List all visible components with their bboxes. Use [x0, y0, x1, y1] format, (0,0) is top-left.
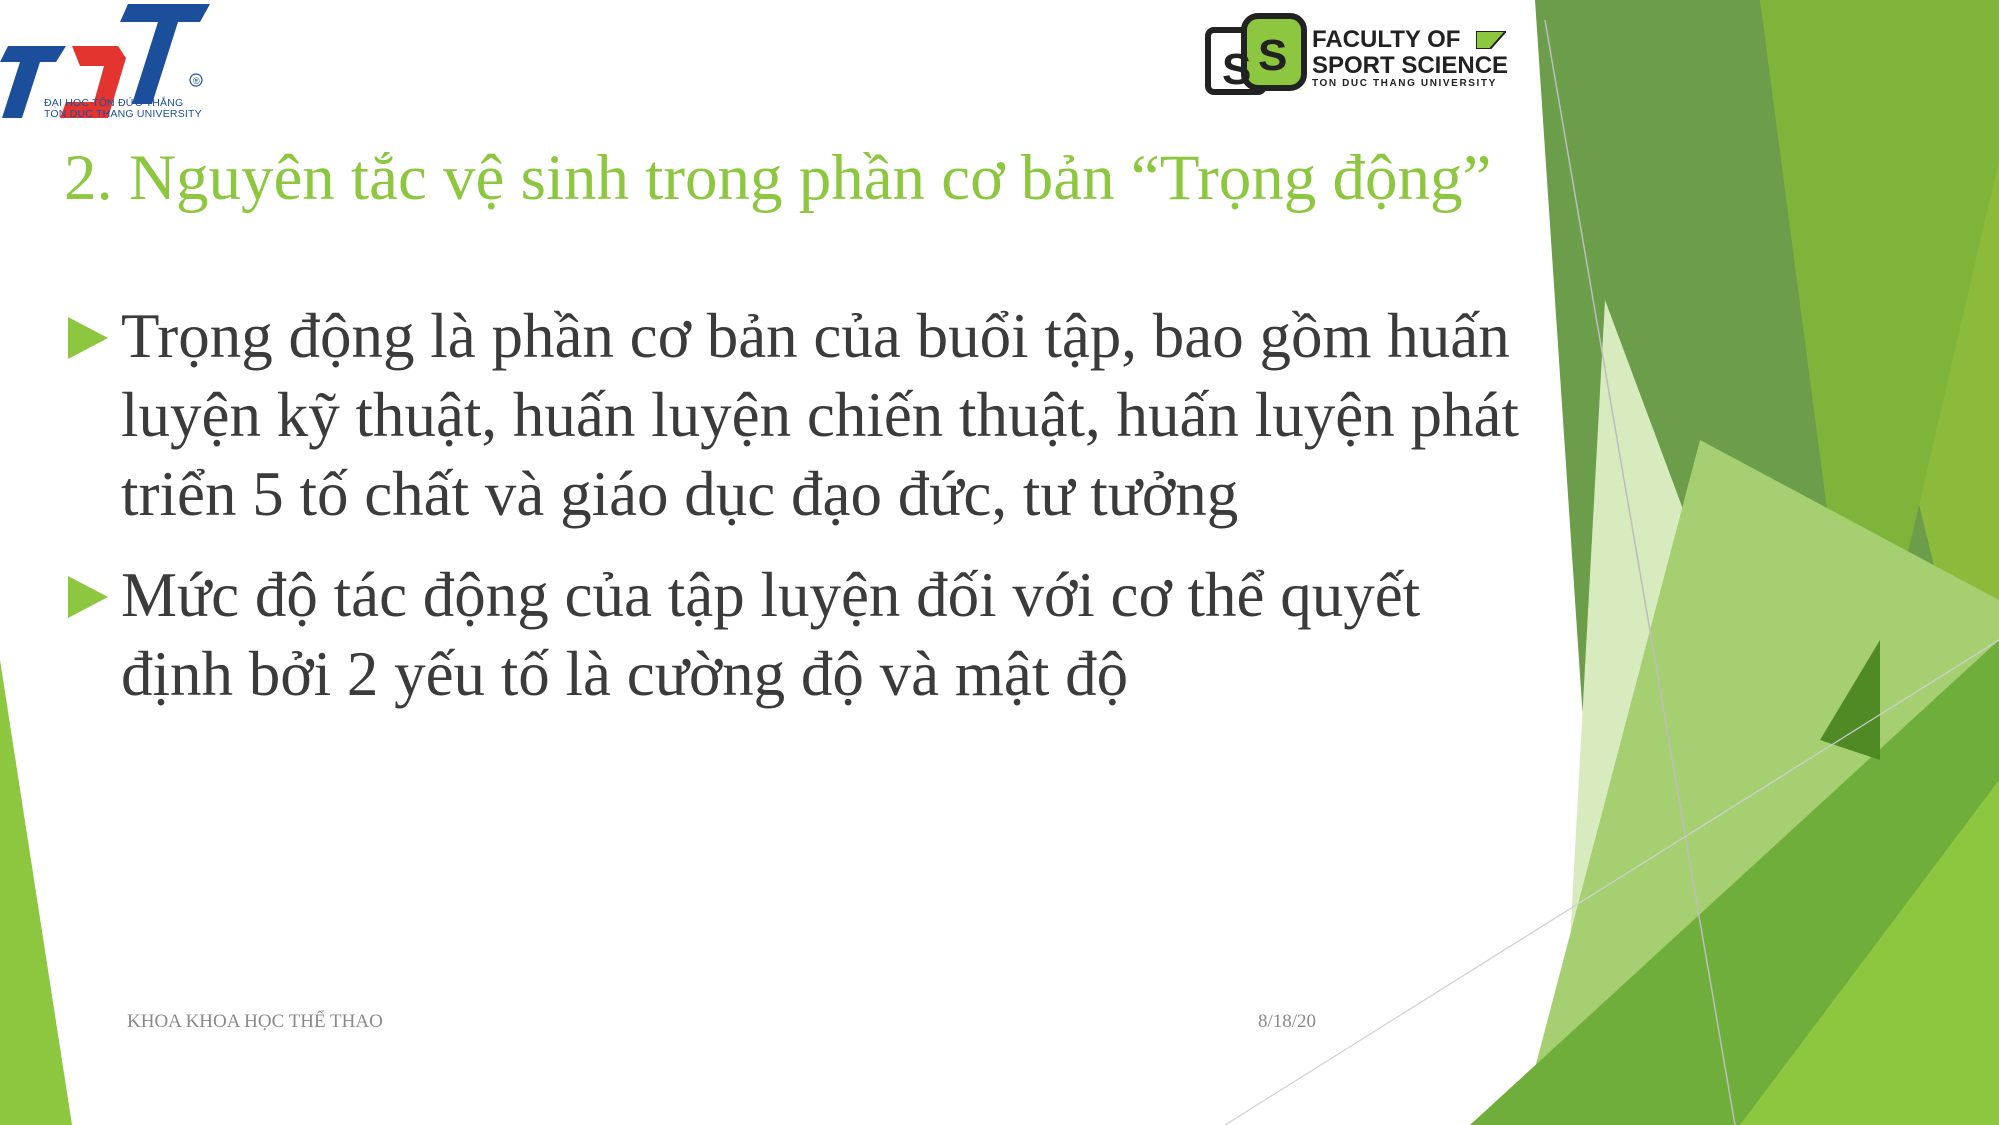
faculty-sport-science-logo: S S FACULTY OF SPORT SCIENCE TON DUC THA… [1198, 12, 1518, 104]
fss-flag-icon [1476, 31, 1506, 49]
fss-logo-line2: SPORT SCIENCE [1312, 52, 1509, 79]
bullet-arrow-icon [68, 576, 108, 618]
slide-title: 2. Nguyên tắc vệ sinh trong phần cơ bản … [64, 142, 1492, 214]
bullet-list: Trọng động là phần cơ bản của buổi tập, … [64, 297, 1524, 736]
fss-logo-mark: S S [1205, 13, 1307, 95]
bullet-text: Mức độ tác động của tập luyện đối với cơ… [121, 560, 1421, 709]
bullet-item: Trọng động là phần cơ bản của buổi tập, … [64, 297, 1524, 534]
bullet-arrow-icon [68, 317, 108, 359]
svg-text:S: S [1222, 45, 1251, 94]
svg-text:®: ® [193, 76, 200, 86]
tdt-university-logo: ® ĐẠI HỌC TÔN ĐỨC THẮNG TON DUC THANG UN… [0, 0, 215, 125]
svg-text:S: S [1258, 31, 1287, 80]
footer-department: KHOA KHOA HỌC THỂ THAO [127, 1011, 383, 1032]
slide: ® ĐẠI HỌC TÔN ĐỨC THẮNG TON DUC THANG UN… [0, 0, 1999, 1125]
bullet-text: Trọng động là phần cơ bản của buổi tập, … [121, 301, 1519, 529]
footer-date: 8/18/20 [1258, 1011, 1317, 1032]
fss-logo-line1: FACULTY OF [1312, 26, 1461, 53]
deco-wedge-left [0, 660, 72, 1125]
tdt-logo-line-en: TON DUC THANG UNIVERSITY [44, 108, 202, 120]
bullet-item: Mức độ tác động của tập luyện đối với cơ… [64, 556, 1524, 714]
fss-logo-line3: TON DUC THANG UNIVERSITY [1312, 78, 1497, 89]
